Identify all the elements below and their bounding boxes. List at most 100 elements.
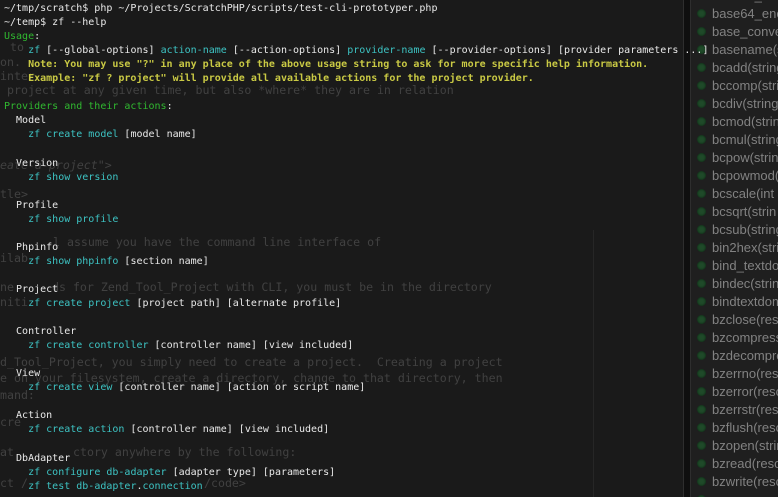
completion-item-label: bin2hex(stri	[712, 240, 778, 255]
completion-item-label: base_conver	[712, 24, 778, 39]
function-bullet-icon	[697, 423, 706, 432]
function-bullet-icon	[697, 243, 706, 252]
completion-item[interactable]: bcmul(string	[691, 130, 778, 148]
completion-item[interactable]: base_conver	[691, 22, 778, 40]
function-bullet-icon	[697, 477, 706, 486]
completion-item-label: bzerrno(res	[712, 366, 778, 381]
editor-bleed-fragment: niti	[0, 296, 28, 309]
completion-item[interactable]: bcpow(strin	[691, 148, 778, 166]
editor-bleed-fragment: cre	[0, 416, 21, 429]
completion-item-label: bcscale(int $	[712, 186, 778, 201]
completion-item[interactable]: bcsub(string	[691, 220, 778, 238]
completion-item-label: bccomp(stri	[712, 78, 778, 93]
desktop: to on.interproject at any given time, but…	[0, 0, 778, 497]
completion-item-label: bcmul(string	[712, 132, 778, 147]
function-bullet-icon	[697, 135, 706, 144]
completion-item[interactable]: bind_textdo	[691, 256, 778, 274]
completion-item-list: base64_dec base64_enc base_converbasename(…	[691, 0, 778, 497]
completion-item[interactable]: bzdecompre	[691, 346, 778, 364]
completion-item-label: bcdiv(string	[712, 96, 778, 111]
editor-bleed-fragment: d_Tool_Project, you simply need to creat…	[0, 356, 503, 369]
editor-bleed-fragment: e on your filesystem, create a directory…	[0, 372, 503, 385]
completion-item[interactable]: bzerrno(res	[691, 364, 778, 382]
completion-item-label: bindec(strin	[712, 276, 778, 291]
editor-bleed-fragment: l assume you have the command line inter…	[53, 236, 381, 249]
function-bullet-icon	[697, 297, 706, 306]
function-bullet-icon	[697, 279, 706, 288]
completion-item[interactable]: bzcompress	[691, 328, 778, 346]
function-bullet-icon	[697, 351, 706, 360]
completion-item-label: bzwrite(reso	[712, 474, 778, 489]
function-bullet-icon	[697, 27, 706, 36]
completion-item[interactable]: bzopen(strin	[691, 436, 778, 454]
editor-bleed-fragment: ilab	[0, 252, 28, 265]
completion-item-label: bzopen(strin	[712, 438, 778, 453]
function-bullet-icon	[697, 207, 706, 216]
completion-item[interactable]: bzclose(reso	[691, 310, 778, 328]
editor-bleed-fragment: ne	[0, 281, 14, 294]
completion-item-label: bzerrstr(res	[712, 402, 778, 417]
completion-item[interactable]: bzread(reso	[691, 454, 778, 472]
completion-item[interactable]: bcdiv(string	[691, 94, 778, 112]
completion-item-label: bcadd(string	[712, 60, 778, 75]
editor-bleed-fragment: inter	[0, 70, 35, 83]
editor-bleed-fragment: ds for Zend_Tool_Project with CLI, you m…	[52, 281, 492, 294]
completion-item[interactable]: bcscale(int $	[691, 184, 778, 202]
function-bullet-icon	[697, 9, 706, 18]
editor-bleed-fragment: at	[0, 446, 14, 459]
completion-item[interactable]: bcsqrt(strin	[691, 202, 778, 220]
completion-item[interactable]: bcadd(string	[691, 58, 778, 76]
function-bullet-icon	[697, 189, 706, 198]
completion-item[interactable]: bindtextdom	[691, 292, 778, 310]
function-bullet-icon	[697, 99, 706, 108]
completion-item[interactable]: bin2hex(stri	[691, 238, 778, 256]
window-divider	[683, 0, 691, 497]
function-bullet-icon	[697, 45, 706, 54]
completion-item-label: bzflush(reso	[712, 420, 778, 435]
function-bullet-icon	[697, 171, 706, 180]
completion-item[interactable]: bzflush(reso	[691, 418, 778, 436]
completion-popup: base64_dec base64_enc base_converbasename(…	[691, 0, 778, 497]
function-bullet-icon	[697, 333, 706, 342]
completion-item[interactable]	[691, 490, 778, 497]
function-bullet-icon	[697, 459, 706, 468]
completion-item-label: bcsqrt(strin	[712, 204, 776, 219]
completion-item-label: bzclose(reso	[712, 312, 778, 327]
function-bullet-icon	[697, 63, 706, 72]
completion-item[interactable]: basename(st	[691, 40, 778, 58]
completion-item-label: base64_dec	[712, 0, 778, 3]
completion-item[interactable]: bccomp(stri	[691, 76, 778, 94]
editor-bleed-layer: to on.interproject at any given time, but…	[0, 0, 683, 497]
function-bullet-icon	[697, 441, 706, 450]
editor-bleed-fragment: ctory anywhere by the following:	[73, 446, 296, 459]
function-bullet-icon	[697, 369, 706, 378]
editor-bleed-fragment: mand:	[0, 389, 35, 402]
completion-item-label: bind_textdo	[712, 258, 778, 273]
editor-bleed-fragment: tle>	[0, 188, 28, 201]
function-bullet-icon	[697, 153, 706, 162]
editor-bleed-fragment: to	[10, 41, 24, 54]
completion-item-label: bzcompress	[712, 330, 778, 345]
completion-item-label: base64_enc	[712, 6, 778, 21]
function-bullet-icon	[697, 405, 706, 414]
completion-item-label: bzdecompre	[712, 348, 778, 363]
function-bullet-icon	[697, 261, 706, 270]
completion-item[interactable]: bzerror(reso	[691, 382, 778, 400]
completion-item[interactable]: base64_enc	[691, 4, 778, 22]
completion-item-label: bzerror(reso	[712, 384, 778, 399]
editor-bleed-fragment: eate-a-project">	[0, 159, 112, 172]
completion-item-label: bcmod(strin	[712, 114, 778, 129]
completion-item-label: bindtextdom	[712, 294, 778, 309]
completion-item[interactable]: bzwrite(reso	[691, 472, 778, 490]
editor-bleed-fragment: on.	[0, 56, 21, 69]
completion-item[interactable]: bcpowmod(s	[691, 166, 778, 184]
completion-item[interactable]: bzerrstr(res	[691, 400, 778, 418]
editor-bleed-fragment: /code>	[204, 477, 246, 490]
completion-item[interactable]: bindec(strin	[691, 274, 778, 292]
editor-bleed-fragment: ct /	[0, 477, 28, 490]
completion-item-label: bzread(reso	[712, 456, 778, 471]
completion-item[interactable]: bcmod(strin	[691, 112, 778, 130]
completion-item-label: bcsub(string	[712, 222, 778, 237]
completion-item-label: bcpowmod(s	[712, 168, 778, 183]
editor-bleed-fragment: project at any given time, but also *whe…	[7, 84, 454, 97]
